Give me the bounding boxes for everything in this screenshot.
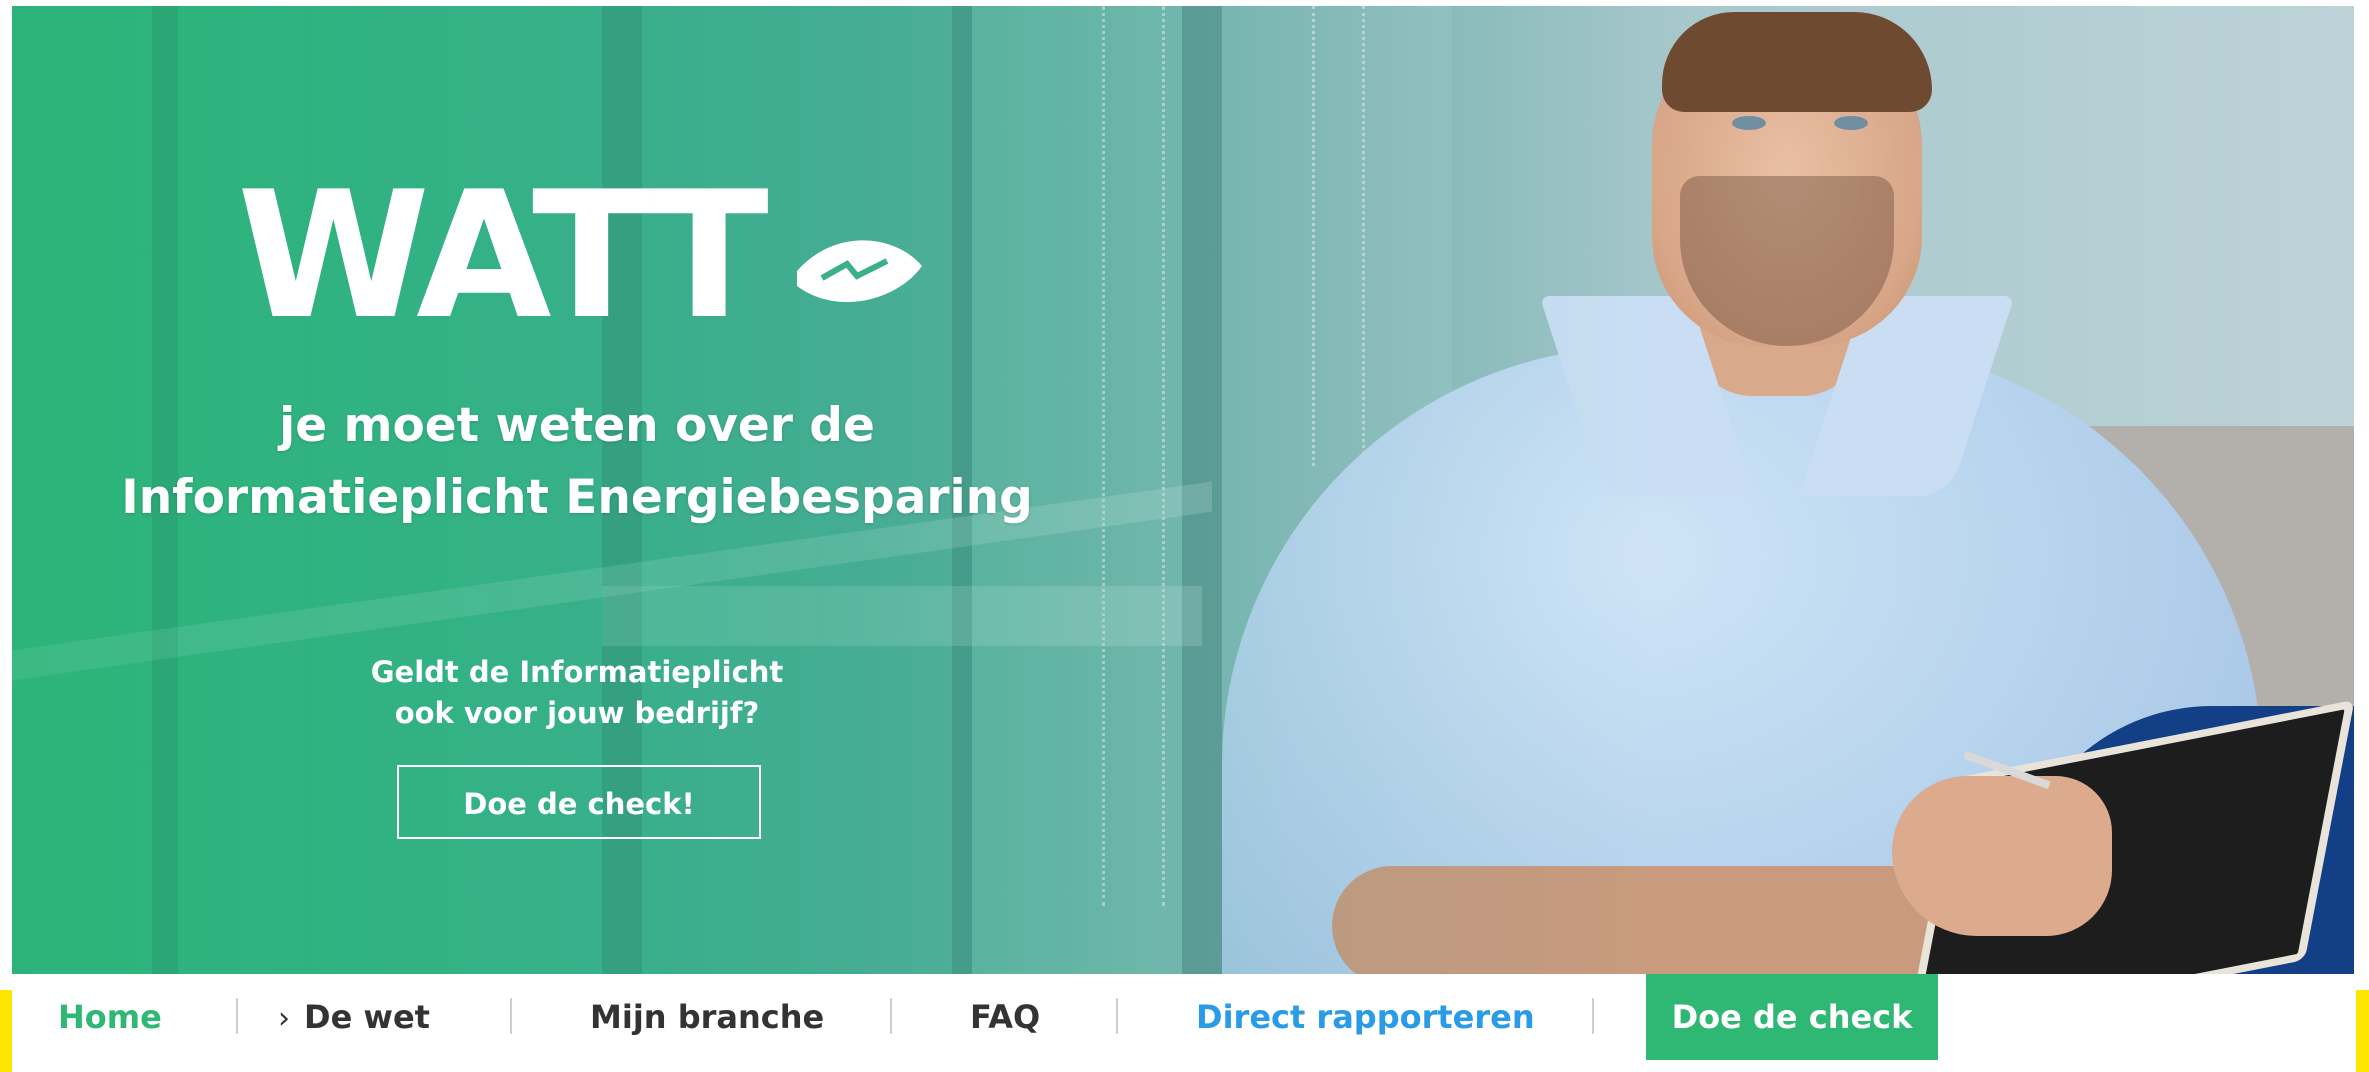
nav-item-faq[interactable]: FAQ	[970, 974, 1040, 1072]
nav-item-de-wet[interactable]: › De wet	[278, 974, 430, 1072]
hero-title: je moet weten over de Informatieplicht E…	[72, 390, 1082, 534]
leaf-icon	[797, 240, 922, 303]
watt-logo[interactable]: WATT	[237, 166, 927, 366]
highlight-marker	[0, 990, 12, 1072]
nav-item-home[interactable]: Home	[58, 974, 162, 1072]
nav-cta-doe-de-check[interactable]: Doe de check	[1646, 974, 1938, 1060]
check-question-line: ook voor jouw bedrijf?	[394, 696, 760, 730]
nav-divider	[236, 998, 238, 1034]
nav-divider	[1592, 998, 1594, 1034]
logo-wordmark: WATT	[237, 166, 768, 358]
hero-title-line: je moet weten over de	[279, 398, 875, 453]
nav-divider	[890, 998, 892, 1034]
hero-banner: WATT je moet weten over de Informatiepli…	[12, 6, 2354, 974]
page: WATT je moet weten over de Informatiepli…	[0, 0, 2369, 1072]
nav-divider	[510, 998, 512, 1034]
chevron-right-icon: ›	[278, 1001, 290, 1036]
do-check-button[interactable]: Doe de check!	[397, 765, 761, 839]
hero-title-line: Informatieplicht Energiebesparing	[121, 470, 1033, 525]
check-question-line: Geldt de Informatieplicht	[370, 655, 784, 689]
nav-divider	[1116, 998, 1118, 1034]
main-navigation: Home › De wet Mijn branche FAQ Direct rap…	[12, 974, 1978, 1072]
nav-item-label: De wet	[304, 998, 430, 1036]
check-question: Geldt de Informatieplicht ook voor jouw …	[342, 652, 812, 734]
nav-item-mijn-branche[interactable]: Mijn branche	[590, 974, 824, 1072]
nav-item-direct-rapporteren[interactable]: Direct rapporteren	[1196, 974, 1535, 1072]
highlight-marker	[2356, 990, 2369, 1072]
